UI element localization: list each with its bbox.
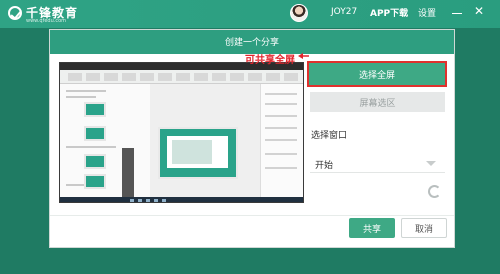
preview-thumbnail bbox=[84, 126, 106, 141]
preview-thumbnail bbox=[84, 174, 106, 189]
preview-ribbon-tab bbox=[140, 73, 154, 81]
chevron-down-icon bbox=[426, 161, 436, 166]
preview-text-line bbox=[66, 96, 96, 98]
close-icon[interactable]: ✕ bbox=[474, 4, 484, 18]
preview-taskbar-icon bbox=[146, 199, 150, 202]
preview-ribbon-tab bbox=[194, 73, 208, 81]
preview-ribbon-tab bbox=[158, 73, 172, 81]
preview-right-line bbox=[265, 153, 297, 155]
footer-divider bbox=[50, 215, 454, 216]
preview-ribbon bbox=[60, 70, 303, 84]
preview-right-line bbox=[265, 93, 297, 95]
window-select-value: 开始 bbox=[315, 161, 334, 171]
brand-url: www.qfedu.com bbox=[26, 18, 67, 24]
screen-preview[interactable] bbox=[59, 62, 304, 203]
settings-link[interactable]: 设置 bbox=[418, 6, 436, 19]
annotation-arrow-icon bbox=[298, 53, 309, 59]
preview-taskbar-icon bbox=[162, 199, 166, 202]
preview-ribbon-tab bbox=[266, 73, 280, 81]
preview-right-line bbox=[265, 167, 297, 169]
preview-ribbon-tab bbox=[248, 73, 262, 81]
preview-dark-panel bbox=[122, 148, 134, 197]
preview-ribbon-tab bbox=[176, 73, 190, 81]
app-download-link[interactable]: APP下载 bbox=[370, 6, 408, 19]
window-select[interactable]: 开始 bbox=[310, 153, 445, 173]
preview-taskbar bbox=[60, 197, 303, 202]
preview-center-inner-content bbox=[172, 140, 212, 164]
preview-right-line bbox=[265, 115, 297, 117]
app-top-bar: 千锋教育 www.qfedu.com JOY27 APP下载 设置 ✕ bbox=[0, 0, 500, 28]
preview-ribbon-tab bbox=[230, 73, 244, 81]
preview-ribbon-tab bbox=[86, 73, 100, 81]
preview-taskbar-icon bbox=[138, 199, 142, 202]
minimize-icon[interactable] bbox=[452, 8, 462, 18]
preview-ribbon-tab bbox=[284, 73, 298, 81]
preview-right-line bbox=[265, 139, 297, 141]
preview-ribbon-tab bbox=[104, 73, 118, 81]
brand-logo: 千锋教育 www.qfedu.com bbox=[8, 4, 88, 26]
avatar[interactable] bbox=[290, 4, 308, 22]
preview-text-line bbox=[66, 146, 116, 148]
preview-taskbar-icon bbox=[130, 199, 134, 202]
preview-ribbon-tab bbox=[212, 73, 226, 81]
preview-ribbon-tab bbox=[122, 73, 136, 81]
preview-right-line bbox=[265, 127, 297, 129]
select-window-label: 选择窗口 bbox=[311, 131, 348, 141]
annotation-text: 可共享全屏 bbox=[245, 55, 295, 66]
logo-icon bbox=[8, 6, 22, 20]
preview-document bbox=[60, 84, 150, 197]
refresh-icon[interactable] bbox=[428, 185, 441, 198]
share-button[interactable]: 共享 bbox=[349, 218, 395, 238]
username[interactable]: JOY27 bbox=[331, 7, 357, 17]
preview-thumbnail bbox=[84, 154, 106, 169]
dialog-title: 创建一个分享 bbox=[224, 38, 279, 48]
screen-region-button[interactable]: 屏幕选区 bbox=[310, 92, 445, 112]
select-fullscreen-button[interactable]: 选择全屏 bbox=[307, 61, 447, 87]
preview-ribbon-tab bbox=[68, 73, 82, 81]
cancel-button[interactable]: 取消 bbox=[401, 218, 447, 238]
preview-taskbar-icon bbox=[154, 199, 158, 202]
preview-thumbnail bbox=[84, 102, 106, 117]
preview-text-line bbox=[66, 90, 106, 92]
preview-right-line bbox=[265, 103, 297, 105]
